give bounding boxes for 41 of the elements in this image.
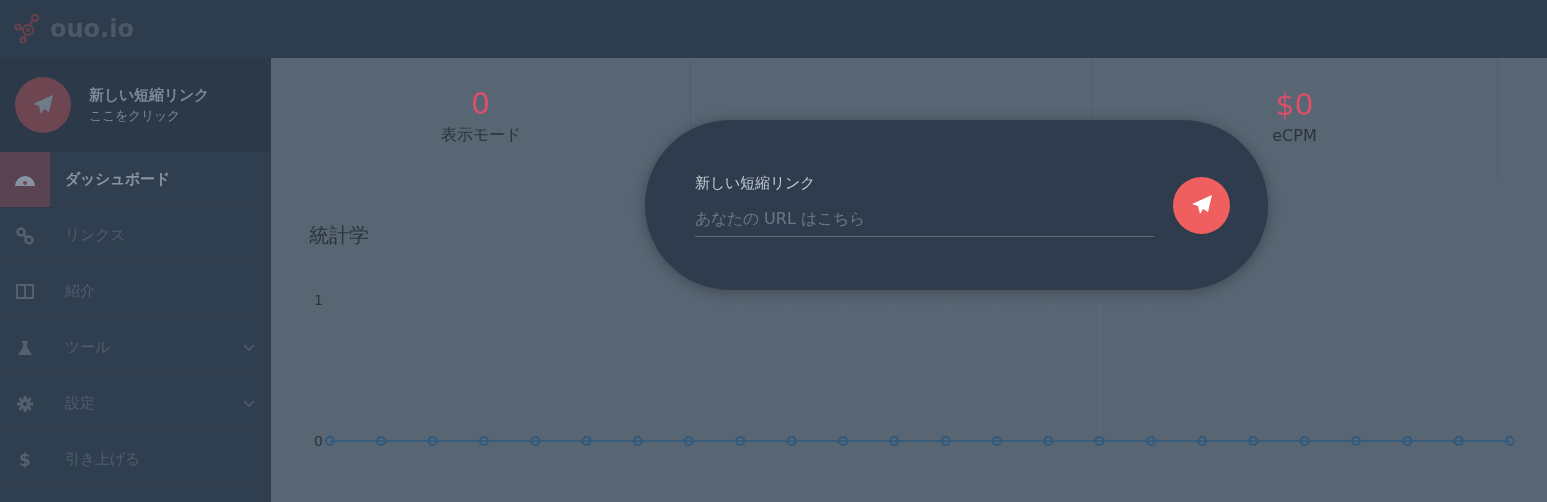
link-icon [16, 226, 34, 245]
field-label: 新しい短縮リンク [695, 173, 816, 193]
stat-value: $0 [1275, 87, 1314, 122]
data-point [427, 436, 438, 446]
url-field[interactable]: あなたの URL はこちら [695, 202, 1154, 237]
send-icon [1190, 194, 1213, 216]
data-point [1197, 436, 1208, 446]
data-point [1351, 436, 1361, 446]
data-point [1299, 436, 1310, 446]
settings-icon [17, 395, 33, 412]
data-point [940, 436, 951, 446]
data-point [1094, 436, 1105, 446]
data-point [478, 436, 489, 446]
data-point [786, 436, 797, 446]
dollar-icon: $ [19, 449, 31, 470]
flask-icon [17, 339, 33, 356]
data-point [530, 436, 541, 446]
send-icon [32, 94, 54, 116]
data-point [684, 436, 695, 446]
new-link-button[interactable] [15, 77, 71, 133]
data-point [838, 436, 848, 446]
data-point [1402, 436, 1413, 446]
data-point [1145, 436, 1156, 446]
data-point [376, 436, 387, 446]
data-point [1248, 436, 1259, 446]
new-link-title: 新しい短縮リンク [89, 85, 209, 105]
data-point [1504, 436, 1515, 446]
columns-icon [16, 284, 34, 299]
logo-icon [14, 14, 42, 44]
data-point [1453, 436, 1464, 446]
data-point [325, 436, 335, 446]
shorten-button[interactable] [1173, 176, 1230, 234]
data-point [889, 436, 900, 446]
data-point [1043, 436, 1054, 446]
data-point [632, 436, 643, 446]
sidebar-item[interactable]: ダッシュボード [0, 152, 271, 208]
data-point [991, 436, 1002, 446]
data-point [735, 436, 746, 446]
data-point [581, 436, 592, 446]
stat-value: 0 [470, 86, 491, 121]
new-link-subtitle: ここをクリック [89, 106, 181, 125]
